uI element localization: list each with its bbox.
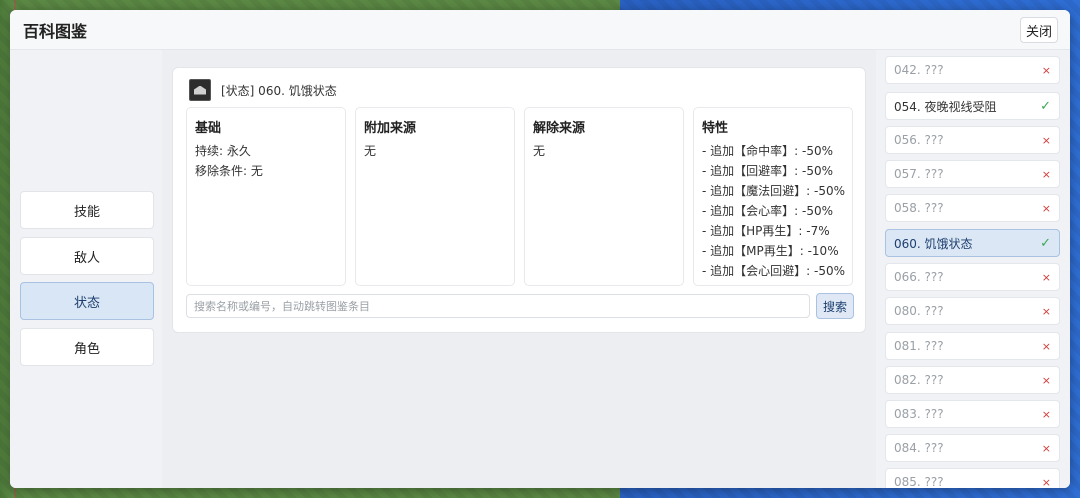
section-heading: 解除来源 [533,121,586,136]
list-item-label: 080. ??? [894,304,944,318]
trait-line: - 追加【MP再生】: -10% [702,244,839,258]
detail-panel: [状态] 060. 饥饿状态 基础 持续: 永久 移除条件: 无 附加来源 无 … [162,50,876,488]
search-input[interactable]: 搜索名称或编号，自动跳转图鉴条目 [186,294,810,318]
trait-line: - 追加【会心回避】: -50% [702,264,846,278]
entry-card: [状态] 060. 饥饿状态 基础 持续: 永久 移除条件: 无 附加来源 无 … [172,67,866,333]
category-nav: 技能 敌人 状态 角色 [10,50,162,488]
trait-line: - 追加【魔法回避】: -50% [702,184,846,198]
list-item-label: 084. ??? [894,441,944,455]
entry-header: [状态] 060. 饥饿状态 [189,78,337,102]
list-item-label: 042. ??? [894,63,944,77]
section-heading: 特性 [702,121,729,136]
list-item-label: 057. ??? [894,167,944,181]
list-item-label: 081. ??? [894,339,944,353]
locked-icon: × [1041,407,1051,421]
section-line: 移除条件: 无 [195,164,263,178]
locked-icon: × [1041,304,1051,318]
state-icon [189,79,211,101]
title-bar: 百科图鉴 关闭 [10,10,1070,50]
basic-section: 基础 持续: 永久 移除条件: 无 [186,107,346,286]
list-item-label: 082. ??? [894,373,944,387]
list-item-label: 083. ??? [894,407,944,421]
list-item-label: 054. 夜晚视线受阻 [894,99,997,114]
list-item[interactable]: 085. ??? × [885,468,1060,488]
check-icon: ✓ [1040,235,1051,251]
check-icon: ✓ [1040,98,1051,114]
list-item-label: 085. ??? [894,475,944,488]
apply-source-section: 附加来源 无 [355,107,515,286]
locked-icon: × [1041,63,1051,77]
search-button[interactable]: 搜索 [816,293,854,319]
trait-line: - 追加【回避率】: -50% [702,164,834,178]
trait-line: - 追加【命中率】: -50% [702,144,834,158]
list-item[interactable]: 054. 夜晚视线受阻 ✓ [885,92,1060,120]
section-line: 无 [364,144,377,158]
list-item[interactable]: 082. ??? × [885,366,1060,394]
locked-icon: × [1041,167,1051,181]
list-item[interactable]: 066. ??? × [885,263,1060,291]
list-item[interactable]: 081. ??? × [885,332,1060,360]
list-item[interactable]: 083. ??? × [885,400,1060,428]
locked-icon: × [1041,339,1051,353]
list-item[interactable]: 080. ??? × [885,297,1060,325]
list-item-label: 056. ??? [894,133,944,147]
trait-line: - 追加【HP再生】: -7% [702,224,830,238]
locked-icon: × [1041,373,1051,387]
locked-icon: × [1041,475,1051,489]
nav-item-enemies[interactable]: 敌人 [20,237,154,275]
locked-icon: × [1041,270,1051,284]
list-item[interactable]: 058. ??? × [885,194,1060,222]
nav-item-characters[interactable]: 角色 [20,328,154,366]
list-item[interactable]: 042. ??? × [885,56,1060,84]
nav-item-skills[interactable]: 技能 [20,191,154,229]
traits-section: 特性 - 追加【命中率】: -50% - 追加【回避率】: -50% - 追加【… [693,107,853,286]
section-line: 无 [533,144,546,158]
locked-icon: × [1041,133,1051,147]
nav-item-states[interactable]: 状态 [20,282,154,320]
list-item[interactable]: 057. ??? × [885,160,1060,188]
window-title: 百科图鉴 [23,21,88,41]
entry-title: [状态] 060. 饥饿状态 [221,83,337,98]
list-item-label: 058. ??? [894,201,944,215]
list-item-selected[interactable]: 060. 饥饿状态 ✓ [885,229,1060,257]
locked-icon: × [1041,201,1051,215]
list-item-label: 066. ??? [894,270,944,284]
close-button[interactable]: 关闭 [1020,17,1058,43]
section-heading: 基础 [195,121,222,136]
entry-list[interactable]: 042. ??? × 054. 夜晚视线受阻 ✓ 056. ??? × 057.… [876,50,1070,488]
list-item-label: 060. 饥饿状态 [894,236,973,251]
section-heading: 附加来源 [364,121,417,136]
remove-source-section: 解除来源 无 [524,107,684,286]
locked-icon: × [1041,441,1051,455]
trait-line: - 追加【会心率】: -50% [702,204,834,218]
section-line: 持续: 永久 [195,144,251,158]
list-item[interactable]: 084. ??? × [885,434,1060,462]
encyclopedia-window: 百科图鉴 关闭 技能 敌人 状态 角色 [状态] 060. 饥饿状态 基础 持续… [10,10,1070,488]
list-item[interactable]: 056. ??? × [885,126,1060,154]
